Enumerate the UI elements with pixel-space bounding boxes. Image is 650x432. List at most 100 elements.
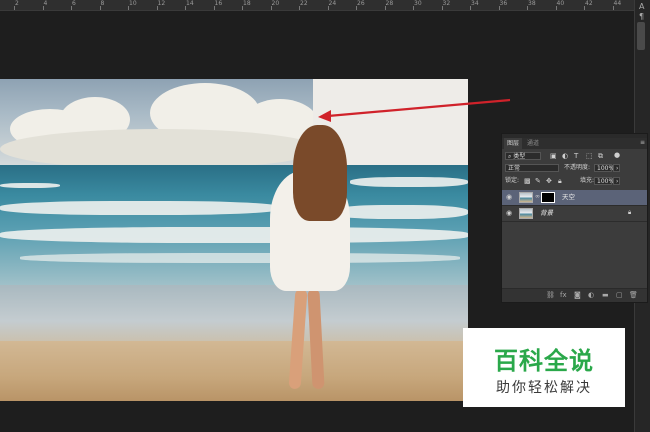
link-layers-icon[interactable]: ⛓	[546, 291, 555, 299]
new-group-icon[interactable]: ▬	[602, 291, 609, 299]
ruler-tick-label: 44	[613, 0, 622, 7]
layer-thumbnail[interactable]	[519, 192, 533, 203]
layer-mask-thumbnail[interactable]	[541, 192, 555, 203]
ruler-tick-label: 8	[100, 0, 105, 7]
ruler-tick-label: 30	[414, 0, 422, 7]
ruler-tick-label: 38	[528, 0, 536, 7]
ruler-tick-label: 18	[243, 0, 251, 7]
blend-mode-select[interactable]: 正常	[505, 164, 559, 172]
filter-kind-select[interactable]: ⌕ 类型	[505, 152, 541, 160]
filter-adjustment-icon[interactable]: ◐	[562, 152, 568, 160]
lock-label: 锁定:	[505, 177, 520, 184]
ruler-tick-mark	[470, 6, 471, 10]
watermark-logo: 百科全说 助你轻松解决	[463, 328, 625, 407]
ruler-tick-mark	[612, 6, 614, 10]
lock-icon: 🔒︎	[628, 209, 632, 216]
filter-shape-icon[interactable]: ⬚	[586, 152, 593, 160]
lock-fill-row: 锁定: ▩ ✎ ✥ 🔒︎ 填充: 100% ›	[502, 176, 647, 186]
filter-type-icon[interactable]: T	[574, 152, 578, 160]
ruler-tick-mark	[99, 6, 101, 10]
filter-pixel-icon[interactable]: ▣	[550, 152, 557, 160]
tab-layers[interactable]: 图层	[504, 138, 523, 149]
ruler-tick-mark	[327, 6, 329, 10]
ruler-tick-label: 28	[385, 0, 394, 7]
filter-smart-object-icon[interactable]: ⧉	[598, 152, 603, 160]
ruler-tick-mark	[299, 6, 300, 10]
ruler-tick-mark	[413, 6, 414, 10]
ruler-tick-label: 12	[157, 0, 166, 7]
ruler-tick-label: 14	[186, 0, 194, 7]
paragraph-panel-icon[interactable]: ¶	[639, 12, 644, 21]
lock-pixels-icon[interactable]: ✎	[535, 177, 541, 185]
ruler-tick-label: 26	[357, 0, 365, 7]
filter-kind-value: 类型	[513, 153, 526, 160]
ruler-tick-mark	[270, 6, 272, 10]
ruler-tick-mark	[441, 6, 443, 10]
layer-filter-row: ⌕ 类型 ▣ ◐ T ⬚ ⧉ ●	[502, 151, 647, 161]
tab-channels[interactable]: 通道	[524, 138, 542, 149]
sand-beach	[0, 341, 468, 401]
ruler-tick-label: 6	[72, 0, 76, 7]
panel-tabs: 图层 通道 ≡	[502, 138, 647, 149]
watermark-title: 百科全说	[494, 347, 594, 375]
opacity-label: 不透明度:	[564, 164, 591, 171]
fill-field[interactable]: 100%	[594, 177, 614, 185]
document-canvas[interactable]	[0, 79, 468, 401]
ruler-tick-label: 36	[499, 0, 508, 7]
wet-shore	[0, 285, 468, 345]
visibility-eye-icon[interactable]: ◉	[506, 194, 514, 201]
ruler-tick-label: 10	[129, 0, 137, 7]
ruler-tick-label: 40	[556, 0, 565, 7]
ruler-tick-mark	[584, 6, 585, 10]
ruler-tick-mark	[527, 6, 528, 10]
layer-name[interactable]: 背景	[540, 209, 553, 218]
new-adjustment-layer-icon[interactable]: ◐	[588, 291, 594, 299]
layers-panel-footer: ⛓ fx ◙ ◐ ▬ ▢ 🗑︎	[502, 288, 647, 302]
ruler-tick-mark	[42, 6, 44, 10]
mask-link-icon[interactable]: ∞	[535, 193, 540, 201]
lock-position-icon[interactable]: ✥	[546, 177, 552, 185]
character-panel-icon[interactable]: A	[639, 2, 644, 11]
ruler-tick-label: 2	[15, 0, 19, 7]
fill-label: 填充:	[580, 177, 595, 184]
ruler-tick-mark	[156, 6, 158, 10]
visibility-eye-icon[interactable]: ◉	[506, 210, 514, 217]
new-layer-icon[interactable]: ▢	[616, 291, 623, 299]
ruler-tick-label: 42	[585, 0, 593, 7]
sky-layer-area	[0, 79, 320, 169]
layer-thumbnail[interactable]	[519, 208, 533, 219]
delete-layer-icon[interactable]: 🗑︎	[629, 291, 638, 299]
person-hair	[293, 125, 347, 221]
fill-dropdown-icon[interactable]: ›	[613, 177, 620, 185]
ruler-tick-label: 16	[214, 0, 223, 7]
ruler-tick-label: 22	[300, 0, 308, 7]
layer-name[interactable]: 天空	[562, 193, 575, 202]
opacity-dropdown-icon[interactable]: ›	[613, 164, 620, 172]
add-mask-icon[interactable]: ◙	[574, 291, 581, 299]
layer-row-sky[interactable]: ◉ ∞ 天空	[502, 190, 647, 206]
ruler-tick-mark	[213, 6, 215, 10]
ruler-tick-mark	[242, 6, 243, 10]
ruler-tick-mark	[498, 6, 500, 10]
ruler-tick-mark	[555, 6, 557, 10]
vertical-scrollbar[interactable]	[637, 22, 645, 50]
layers-panel: 图层 通道 ≡ ⌕ 类型 ▣ ◐ T ⬚ ⧉ ● 正常 不透明度: 100% ›…	[501, 133, 648, 303]
ruler-tick-label: 32	[442, 0, 451, 7]
lock-transparent-icon[interactable]: ▩	[524, 177, 531, 185]
ruler-tick-label: 24	[328, 0, 337, 7]
layer-row-background[interactable]: ◉ 背景 🔒︎	[502, 206, 647, 222]
ruler-tick-mark	[185, 6, 186, 10]
layer-style-icon[interactable]: fx	[560, 291, 567, 299]
top-ruler: 2 4 6 8 10 12 14 16 18 20 22 24 26 28 30 32 34 36 38 40 42 44	[0, 0, 634, 11]
filter-toggle-icon[interactable]: ●	[614, 151, 620, 159]
blend-opacity-row: 正常 不透明度: 100% ›	[502, 163, 647, 173]
search-icon: ⌕	[508, 153, 512, 160]
watermark-subtitle: 助你轻松解决	[496, 380, 592, 396]
ruler-tick-label: 4	[43, 0, 48, 7]
sea-area	[0, 165, 468, 285]
panel-menu-icon[interactable]: ≡	[640, 139, 645, 146]
ruler-tick-mark	[71, 6, 72, 10]
ruler-tick-mark	[14, 6, 15, 10]
lock-all-icon[interactable]: 🔒︎	[558, 177, 562, 185]
opacity-field[interactable]: 100%	[594, 164, 614, 172]
